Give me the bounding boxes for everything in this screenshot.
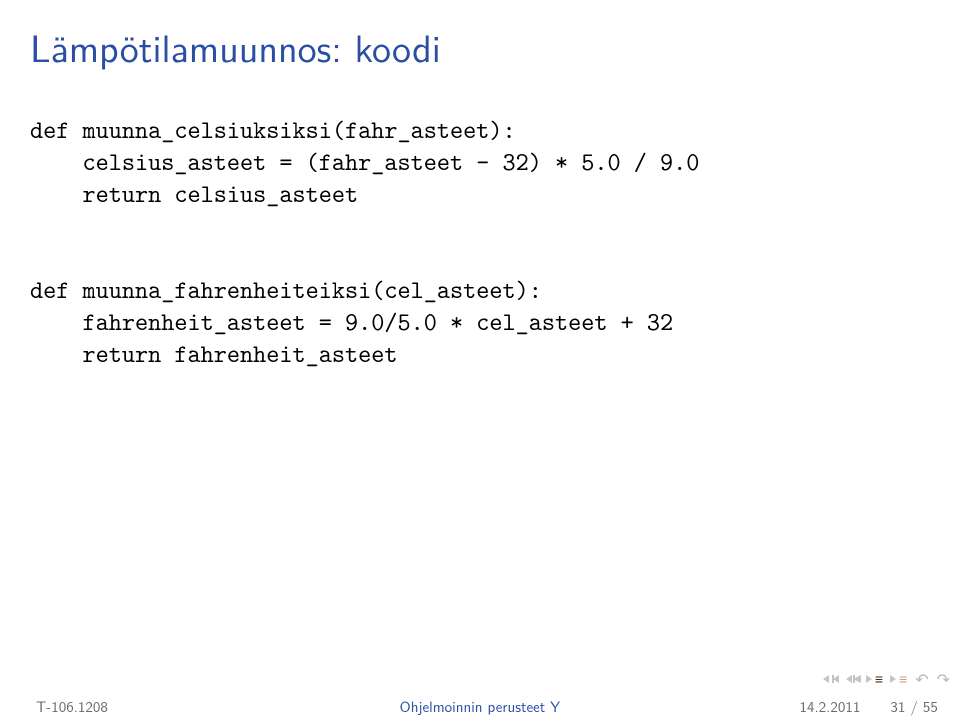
code-line: def muunna_fahrenheiteiksi(cel_asteet): (30, 273, 542, 306)
undo-icon[interactable]: ↶ (915, 667, 928, 690)
code-line: celsius_asteet = (fahr_asteet - 32) * 5.… (30, 145, 699, 178)
code-line: def muunna_celsiuksiksi(fahr_asteet): (30, 113, 516, 146)
footer: T-106.1208 Ohjelmoinnin perusteet Y 14.2… (0, 692, 960, 720)
nav-first-icon[interactable] (821, 674, 836, 684)
lines-icon: ≡ (899, 669, 907, 689)
page-title: Lämpötilamuunnos: koodi (0, 0, 960, 114)
code-line: return celsius_asteet (30, 177, 358, 210)
nav-controls: ≡ ≡ ↶ ↷ (821, 667, 950, 690)
footer-date: 14.2.2011 (800, 695, 861, 717)
lines-icon: ≡ (875, 669, 883, 689)
footer-right: 14.2.2011 31 / 55 (640, 695, 960, 717)
nav-last-icon[interactable]: ≡ (891, 669, 907, 689)
code-line: fahrenheit_asteet = 9.0/5.0 * cel_asteet… (30, 305, 673, 338)
code-line: return fahrenheit_asteet (30, 337, 398, 370)
footer-center[interactable]: Ohjelmoinnin perusteet Y (320, 695, 640, 717)
nav-prev-icon[interactable] (844, 674, 859, 684)
code-block: def muunna_celsiuksiksi(fahr_asteet): ce… (30, 114, 930, 370)
footer-page: 31 / 55 (890, 695, 938, 717)
footer-left: T-106.1208 (0, 695, 320, 717)
content-area: def muunna_celsiuksiksi(fahr_asteet): ce… (0, 114, 960, 720)
redo-icon[interactable]: ↷ (937, 667, 950, 690)
nav-next-icon[interactable]: ≡ (867, 669, 883, 689)
slide: Lämpötilamuunnos: koodi def muunna_celsi… (0, 0, 960, 720)
